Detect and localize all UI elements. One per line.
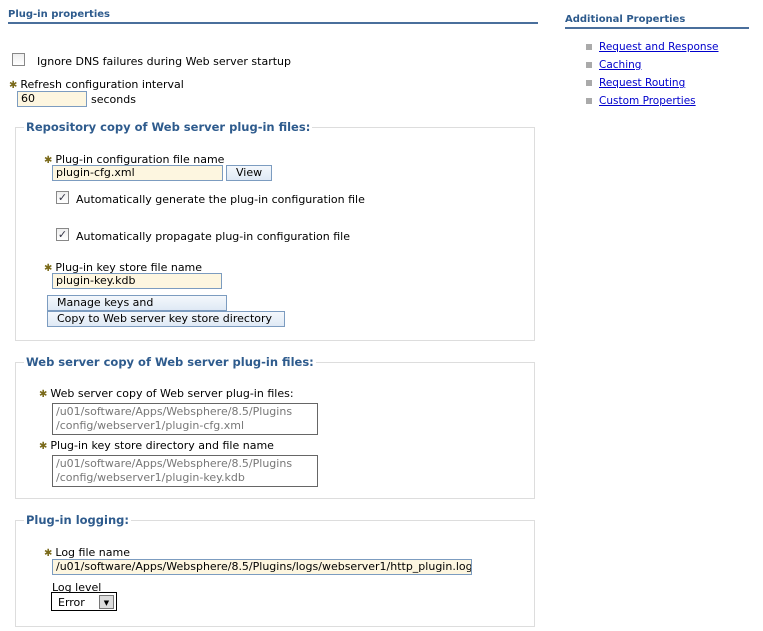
required-icon: ✱ bbox=[39, 389, 48, 400]
section-title: Plug-in properties bbox=[8, 9, 538, 24]
key-store-input[interactable]: plugin-key.kdb bbox=[52, 273, 222, 289]
seconds-label: seconds bbox=[91, 93, 136, 106]
bullet-icon bbox=[586, 80, 592, 86]
ignore-dns-label: Ignore DNS failures during Web server st… bbox=[37, 55, 291, 68]
refresh-interval-input[interactable]: 60 bbox=[17, 91, 87, 107]
webserver-files-label: Web server copy of Web server plug-in fi… bbox=[50, 387, 294, 400]
webserver-key-label: Plug-in key store directory and file nam… bbox=[50, 439, 274, 452]
auto-generate-label: Automatically generate the plug-in confi… bbox=[76, 193, 365, 206]
logging-legend: Plug-in logging: bbox=[26, 513, 129, 527]
log-level-select[interactable]: Error ▼ bbox=[51, 592, 117, 611]
link-custom-properties[interactable]: Custom Properties bbox=[599, 95, 696, 107]
cfg-file-input[interactable]: plugin-cfg.xml bbox=[52, 165, 223, 181]
required-icon: ✱ bbox=[44, 548, 53, 559]
auto-propagate-label: Automatically propagate plug-in configur… bbox=[76, 230, 350, 243]
additional-properties-list: Request and Response Caching Request Rou… bbox=[586, 38, 719, 110]
link-request-response[interactable]: Request and Response bbox=[599, 41, 719, 53]
manage-keys-button[interactable]: Manage keys and certificates bbox=[47, 295, 227, 323]
log-file-input[interactable]: /u01/software/Apps/Websphere/8.5/Plugins… bbox=[52, 559, 472, 575]
link-caching[interactable]: Caching bbox=[599, 59, 641, 71]
webserver-files-value: /u01/software/Apps/Websphere/8.5/Plugins… bbox=[52, 403, 318, 435]
required-icon: ✱ bbox=[9, 80, 18, 91]
link-request-routing[interactable]: Request Routing bbox=[599, 77, 685, 89]
ignore-dns-checkbox[interactable] bbox=[12, 53, 25, 66]
bullet-icon bbox=[586, 44, 592, 50]
webserver-copy-legend: Web server copy of Web server plug-in fi… bbox=[26, 355, 314, 369]
webserver-key-value: /u01/software/Apps/Websphere/8.5/Plugins… bbox=[52, 455, 318, 487]
view-button[interactable]: View bbox=[226, 165, 273, 181]
refresh-label: Refresh configuration interval bbox=[20, 78, 184, 91]
bullet-icon bbox=[586, 98, 592, 104]
auto-propagate-checkbox[interactable] bbox=[56, 228, 69, 241]
additional-properties-title: Additional Properties bbox=[565, 14, 749, 29]
required-icon: ✱ bbox=[39, 441, 48, 452]
bullet-icon bbox=[586, 62, 592, 68]
log-file-label: Log file name bbox=[55, 546, 130, 559]
copy-key-store-button[interactable]: Copy to Web server key store directory bbox=[47, 311, 285, 327]
log-level-value: Error bbox=[58, 596, 85, 609]
auto-generate-checkbox[interactable] bbox=[56, 191, 69, 204]
chevron-down-icon[interactable]: ▼ bbox=[99, 595, 114, 609]
repository-legend: Repository copy of Web server plug-in fi… bbox=[26, 120, 311, 134]
